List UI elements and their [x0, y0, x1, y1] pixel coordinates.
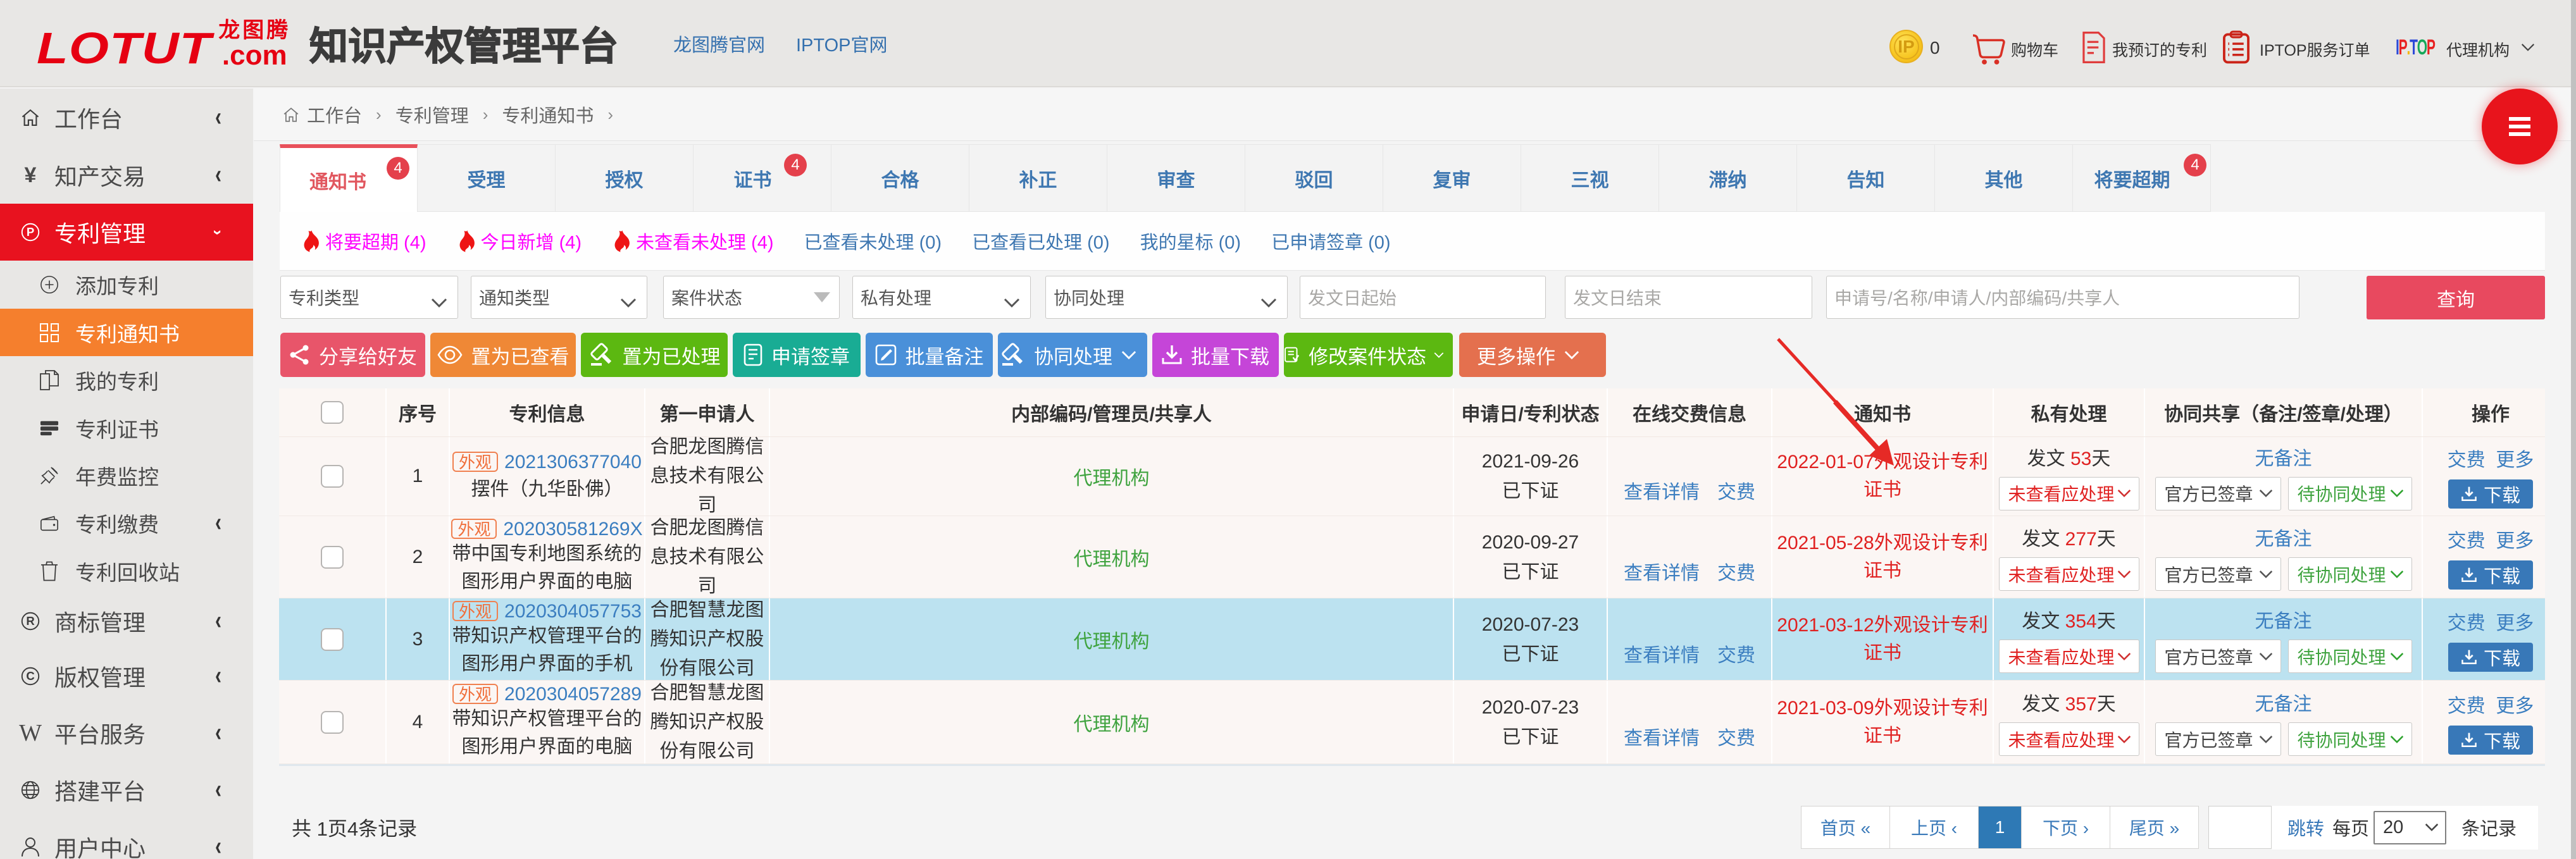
svg-text:C: C: [26, 669, 34, 683]
svg-text:P: P: [27, 225, 34, 238]
svg-text:R: R: [26, 614, 34, 627]
